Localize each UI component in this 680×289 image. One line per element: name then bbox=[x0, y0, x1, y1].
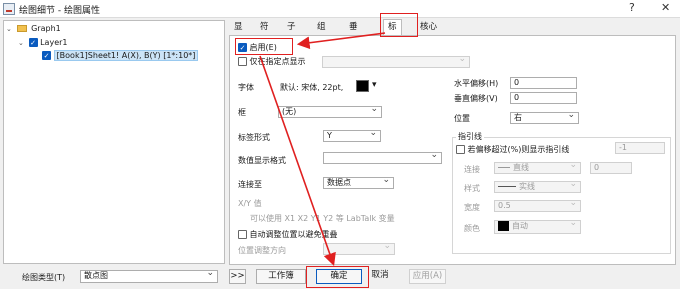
label-tab-panel: ✓ 启用(E) 仅在指定点显示 字体 默认: 宋体, 22pt, ▾ 框 (无)… bbox=[229, 35, 676, 265]
leader-if-offset-checkbox[interactable] bbox=[456, 145, 465, 154]
cancel-button[interactable]: 取消 bbox=[367, 269, 393, 284]
leader-color-label: 颜色 bbox=[464, 224, 480, 233]
annotation-box-label-tab bbox=[380, 13, 418, 37]
help-button[interactable]: ? bbox=[629, 1, 635, 14]
tab-kernel-pro[interactable]: 核心(Pro) bbox=[416, 20, 444, 47]
leader-connect-select[interactable]: 直线 bbox=[494, 162, 581, 174]
annotation-box-ok bbox=[306, 266, 369, 288]
auto-adjust-checkbox[interactable] bbox=[238, 230, 247, 239]
plot-tree: ⌄ Graph1 ⌄ ✓ Layer1 ✓ [Book1]Sheet1! A(X… bbox=[3, 20, 225, 264]
apply-button[interactable]: 应用(A) bbox=[409, 269, 446, 284]
only-specified-row[interactable]: 仅在指定点显示 bbox=[238, 56, 306, 67]
font-color-swatch[interactable] bbox=[356, 80, 369, 92]
only-specified-label: 仅在指定点显示 bbox=[249, 57, 306, 66]
v-offset-label: 垂直偏移(V) bbox=[454, 94, 498, 103]
connect-to-label: 连接至 bbox=[238, 180, 262, 189]
leader-style-select[interactable]: 实线 bbox=[494, 181, 581, 193]
xy-value-label: X/Y 值 bbox=[238, 199, 262, 208]
title-bar: 绘图细节 - 绘图属性 ? ✕ bbox=[0, 0, 680, 18]
leader-style-value: 实线 bbox=[519, 182, 535, 191]
expand-button[interactable]: >> bbox=[229, 269, 246, 284]
leader-style-label: 样式 bbox=[464, 184, 480, 193]
position-select[interactable]: 右 bbox=[510, 112, 579, 124]
leader-width-select[interactable]: 0.5 bbox=[494, 200, 581, 212]
leader-if-offset-row[interactable]: 若偏移超过(%)则显示指引线 bbox=[456, 144, 569, 155]
font-label: 字体 bbox=[238, 83, 254, 92]
specified-points-select[interactable] bbox=[322, 56, 470, 68]
layer-label: Layer1 bbox=[40, 38, 68, 47]
tab-drop-lines[interactable]: 垂直线 bbox=[345, 20, 362, 62]
tab-symbol[interactable]: 符号 bbox=[256, 20, 273, 47]
plot-type-select[interactable]: 散点图 bbox=[80, 270, 218, 283]
tree-node-graph[interactable]: ⌄ Graph1 bbox=[6, 24, 61, 36]
leader-color-value: 自动 bbox=[512, 221, 528, 231]
label-form-label: 标签形式 bbox=[238, 133, 270, 142]
collapse-icon[interactable]: ⌄ bbox=[18, 39, 26, 47]
font-value: 默认: 宋体, 22pt, bbox=[280, 83, 344, 92]
leader-connect-value: 直线 bbox=[513, 163, 529, 172]
close-button[interactable]: ✕ bbox=[661, 1, 670, 14]
tree-node-plot[interactable]: ✓ [Book1]Sheet1! A(X), B(Y) [1*:10*] bbox=[42, 50, 199, 63]
leader-group-title: 指引线 bbox=[456, 131, 484, 142]
tab-group[interactable]: 组图 bbox=[313, 20, 330, 47]
tab-display[interactable]: 显示 bbox=[230, 20, 247, 47]
connect-to-select[interactable]: 数据点 bbox=[323, 177, 394, 189]
auto-adjust-row[interactable]: 自动调整位置以避免重叠 bbox=[238, 229, 338, 240]
tab-subset[interactable]: 子集 bbox=[283, 20, 300, 47]
leader-offset-input[interactable]: -1 bbox=[615, 142, 665, 154]
value-format-label: 数值显示格式 bbox=[238, 156, 286, 165]
auto-adjust-label: 自动调整位置以避免重叠 bbox=[249, 230, 338, 239]
frame-label: 框 bbox=[238, 108, 246, 117]
collapse-icon[interactable]: ⌄ bbox=[6, 25, 14, 33]
only-specified-checkbox[interactable] bbox=[238, 57, 247, 66]
leader-if-offset-label: 若偏移超过(%)则显示指引线 bbox=[467, 145, 570, 154]
leader-width-label: 宽度 bbox=[464, 203, 480, 212]
adjust-direction-label: 位置调整方向 bbox=[238, 246, 286, 255]
color-swatch bbox=[498, 221, 509, 231]
graph-label: Graph1 bbox=[31, 24, 61, 33]
adjust-direction-select[interactable] bbox=[323, 243, 395, 255]
app-icon bbox=[3, 3, 15, 15]
solid-line-icon bbox=[498, 186, 516, 187]
font-dropdown-icon[interactable]: ▾ bbox=[372, 80, 377, 90]
frame-select[interactable]: (无) bbox=[278, 106, 382, 118]
layer-checkbox[interactable]: ✓ bbox=[28, 38, 38, 47]
folder-icon bbox=[16, 25, 27, 32]
tree-node-layer[interactable]: ⌄ ✓ Layer1 bbox=[18, 38, 68, 50]
line-swatch-icon bbox=[498, 167, 510, 168]
plot-label: [Book1]Sheet1! A(X), B(Y) [1*:10*] bbox=[53, 50, 199, 61]
xy-value-hint: 可以使用 X1 X2 Y1 Y2 等 LabTalk 变量 bbox=[250, 214, 395, 223]
workbook-button[interactable]: 工作簿 bbox=[256, 269, 306, 284]
plot-checkbox[interactable]: ✓ bbox=[42, 51, 51, 60]
position-label: 位置 bbox=[454, 114, 470, 123]
leader-color-select[interactable]: 自动 bbox=[494, 220, 581, 234]
leader-connect-label: 连接 bbox=[464, 165, 480, 174]
v-offset-input[interactable]: 0 bbox=[510, 92, 577, 104]
h-offset-label: 水平偏移(H) bbox=[454, 79, 499, 88]
plot-type-label: 绘图类型(T) bbox=[22, 273, 66, 282]
value-format-select[interactable] bbox=[323, 152, 442, 164]
h-offset-input[interactable]: 0 bbox=[510, 77, 577, 89]
leader-connect-number[interactable]: 0 bbox=[590, 162, 632, 174]
annotation-box-enable bbox=[235, 38, 293, 55]
window-title: 绘图细节 - 绘图属性 bbox=[19, 6, 100, 16]
label-form-select[interactable]: Y bbox=[323, 130, 381, 142]
